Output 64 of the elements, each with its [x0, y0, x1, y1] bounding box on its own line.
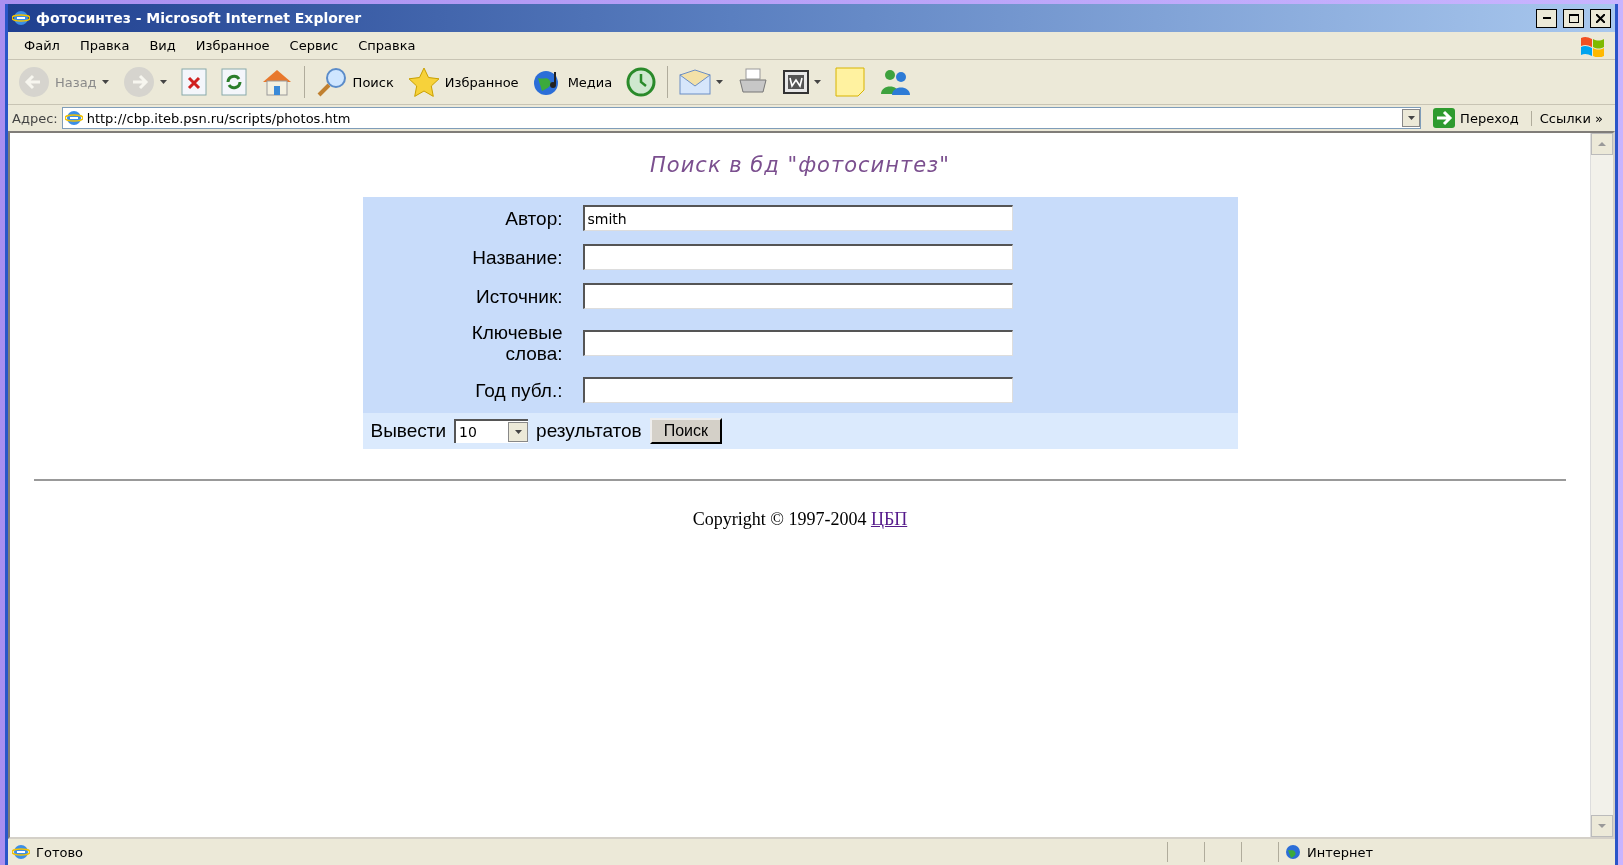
browser-icon: [12, 9, 30, 27]
caret-icon: [159, 80, 167, 84]
refresh-icon: [220, 68, 247, 96]
browser-icon: [64, 109, 83, 127]
note-icon: [835, 67, 866, 97]
star-icon: [407, 67, 440, 97]
menu-item[interactable]: Файл: [14, 36, 70, 55]
address-label: Адрес:: [12, 110, 58, 126]
count-select[interactable]: 10: [454, 419, 529, 443]
down-arrow-icon: [1598, 824, 1606, 828]
printer-icon: [737, 68, 770, 96]
text-input[interactable]: [582, 244, 1013, 270]
people-icon: [879, 68, 912, 96]
maximize-icon: [1568, 13, 1579, 23]
envelope-icon: [679, 69, 712, 95]
search-icon: [315, 66, 348, 98]
text-input[interactable]: [582, 283, 1013, 309]
field-label: Автор:: [505, 207, 563, 229]
minimize-icon: [1542, 17, 1551, 19]
caret-icon: [514, 430, 522, 434]
media-button[interactable]: Медиа: [526, 63, 619, 101]
menu-item[interactable]: Сервис: [279, 36, 349, 55]
stop-icon: [180, 68, 207, 96]
field-label: Источник:: [476, 285, 563, 307]
document-icon: [783, 70, 810, 94]
up-arrow-icon: [1598, 142, 1606, 146]
text-input[interactable]: [582, 377, 1013, 403]
browser-icon: [12, 843, 30, 861]
field-label: Название:: [472, 246, 563, 268]
menu-item[interactable]: Правка: [69, 36, 140, 55]
caret-icon: [814, 80, 822, 84]
links-button[interactable]: Ссылки »: [1530, 110, 1611, 126]
dropdown-button[interactable]: [1402, 109, 1421, 127]
field-label: Год публ.:: [475, 379, 563, 401]
status-text: Готово: [36, 844, 84, 860]
close-button[interactable]: [1590, 8, 1611, 28]
arrow-icon: [1433, 108, 1456, 128]
copyright-link[interactable]: ЦБП: [870, 509, 908, 529]
search-button[interactable]: Поиск: [649, 418, 723, 444]
field-label: Вывести: [370, 420, 447, 442]
address-field[interactable]: http://cbp.iteb.psn.ru/scripts/photos.htm: [61, 107, 1422, 129]
caret-icon: [1407, 116, 1415, 120]
maximize-button[interactable]: [1563, 8, 1584, 28]
text-input[interactable]: smith: [582, 205, 1013, 231]
menu-item[interactable]: Справка: [348, 36, 426, 55]
go-button[interactable]: Переход: [1425, 108, 1527, 128]
copyright-text: Copyright © 1997-2004 ЦБП: [692, 509, 908, 530]
menu-item[interactable]: Вид: [139, 36, 186, 55]
caret-icon: [716, 80, 724, 84]
menu-item[interactable]: Избранное: [185, 36, 280, 55]
globe-icon: [1285, 844, 1301, 860]
text-input[interactable]: [582, 330, 1013, 356]
field-label: результатов: [536, 420, 642, 442]
minimize-button[interactable]: [1536, 8, 1557, 28]
caret-icon: [101, 80, 109, 84]
zone-text: Интернет: [1307, 844, 1374, 860]
field-label: Ключевые слова:: [470, 322, 563, 364]
search-button[interactable]: Поиск: [309, 63, 400, 101]
window-title: фотосинтез - Microsoft Internet Explorer: [36, 10, 363, 26]
close-icon: [1596, 13, 1605, 23]
clock-icon: [626, 67, 657, 97]
page-heading: Поиск в бд "фотосинтез": [650, 153, 950, 177]
flag-logo-icon: [1579, 34, 1607, 57]
favorites-button[interactable]: Избранное: [401, 63, 525, 101]
